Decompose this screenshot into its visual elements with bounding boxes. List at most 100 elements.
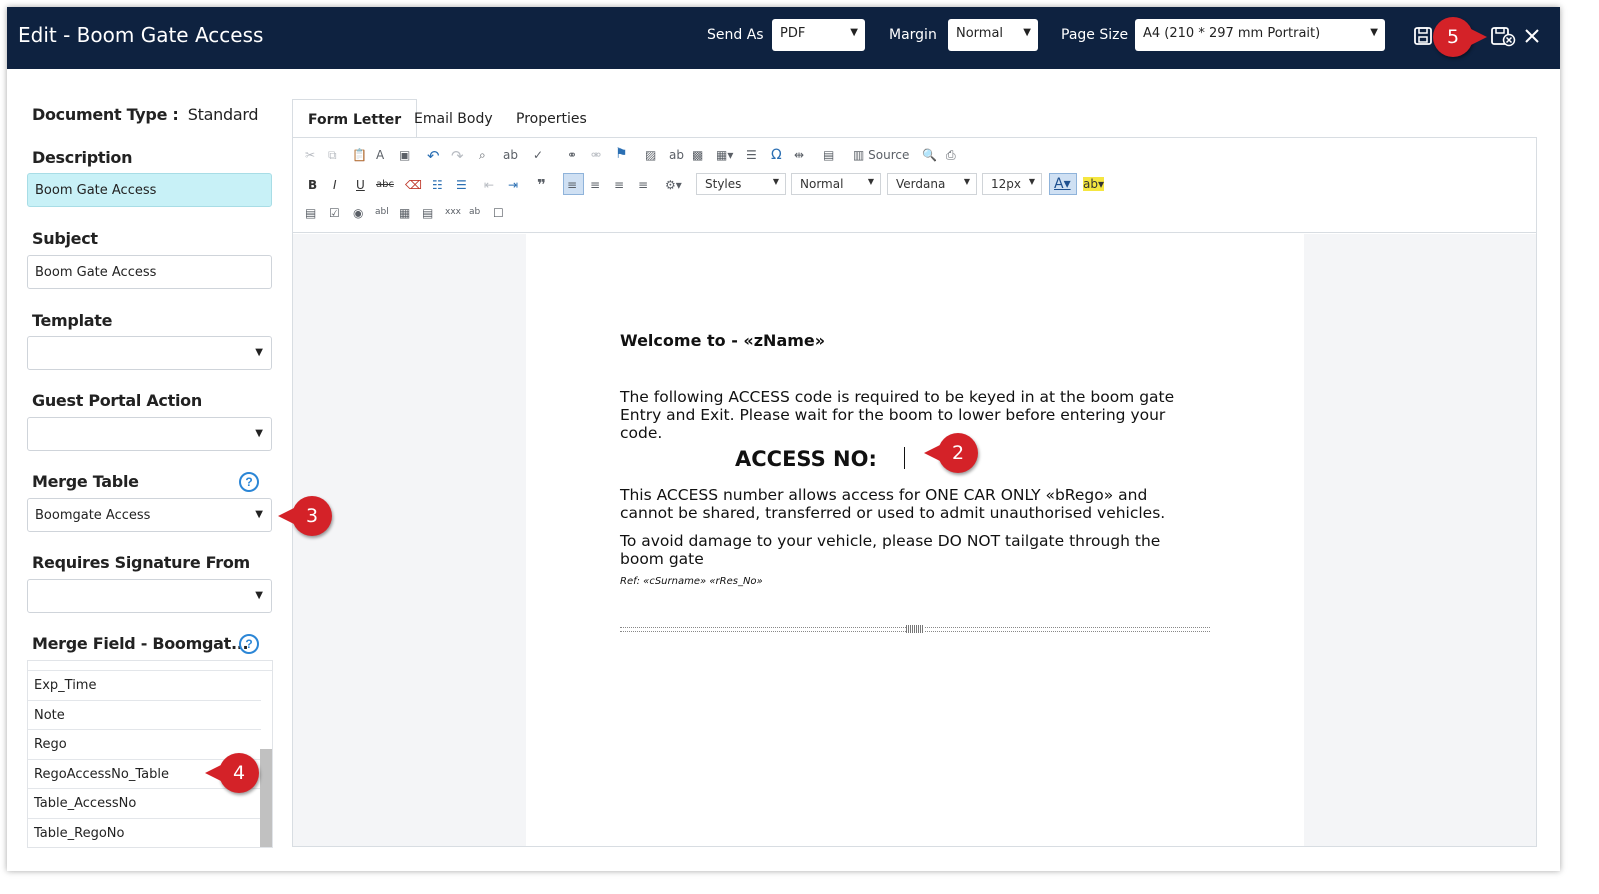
styles-value: Styles xyxy=(705,177,742,191)
guest-portal-action-select[interactable]: ▼ xyxy=(27,417,272,451)
save-and-close-icon[interactable] xyxy=(1490,25,1516,47)
template-select[interactable]: ▼ xyxy=(27,336,272,370)
paste-word-icon[interactable]: ▣ xyxy=(399,148,410,162)
editor-toolbar: ✂ ⧉ 📋 A ▣ ↶ ↷ ⌕ ab ✓ ⚭ ⚮ ⚑ ▨ ab ▩ ▦▾ ☰ Ω… xyxy=(293,138,1536,233)
page-size-value: A4 (210 * 297 mm Portrait) xyxy=(1143,26,1321,41)
scrollbar[interactable] xyxy=(260,749,272,847)
font-size-value: 12px xyxy=(991,177,1021,191)
checkbox-icon[interactable]: ☑ xyxy=(329,206,340,220)
list-item[interactable]: Exp_Time xyxy=(28,671,261,701)
unlink-icon[interactable]: ⚮ xyxy=(591,148,601,162)
remove-format-icon[interactable]: ⌫ xyxy=(405,178,422,192)
outdent-icon[interactable]: ⇤ xyxy=(484,178,494,192)
dialog-header: Edit - Boom Gate Access Send As PDF ▼ Ma… xyxy=(7,7,1560,69)
font-dropdown[interactable]: Verdana ▼ xyxy=(887,173,977,195)
radio-icon[interactable]: ◉ xyxy=(353,206,363,220)
list-item[interactable]: Table_AccessNo xyxy=(28,789,261,819)
page-break-icon[interactable]: ⇹ xyxy=(794,148,804,162)
paragraph-access-instructions: The following ACCESS code is required to… xyxy=(620,388,1175,442)
help-icon[interactable]: ? xyxy=(239,472,259,492)
callout-number: 4 xyxy=(232,762,246,784)
chevron-down-icon: ▼ xyxy=(255,590,263,601)
list-item[interactable]: Table_RegoNo xyxy=(28,819,261,848)
merge-table-select[interactable]: Boomgate Access ▼ xyxy=(27,498,272,532)
subject-field[interactable]: Boom Gate Access xyxy=(27,255,272,289)
list-item[interactable]: Rego xyxy=(28,730,261,760)
textfield-icon[interactable]: abl xyxy=(375,207,389,217)
chevron-down-icon: ▼ xyxy=(963,177,970,186)
bulleted-list-icon[interactable]: ☰ xyxy=(456,178,467,192)
edit-document-dialog: Edit - Boom Gate Access Send As PDF ▼ Ma… xyxy=(7,7,1560,871)
undo-icon[interactable]: ↶ xyxy=(427,147,440,165)
select-field-icon[interactable]: ▤ xyxy=(422,206,433,220)
background-color-icon[interactable]: ab▾ xyxy=(1083,177,1104,191)
paste-icon[interactable]: 📋 xyxy=(352,148,367,162)
list-item[interactable]: Note xyxy=(28,701,261,730)
send-as-value: PDF xyxy=(780,26,806,41)
italic-icon[interactable]: I xyxy=(333,178,337,192)
horizontal-rule-icon[interactable]: ☰ xyxy=(746,148,757,162)
numbered-list-icon[interactable]: ☷ xyxy=(432,178,443,192)
hidden-field-icon[interactable]: ☐ xyxy=(493,206,504,220)
requires-signature-select[interactable]: ▼ xyxy=(27,579,272,613)
editor-canvas: Welcome to - «zName» The following ACCES… xyxy=(293,234,1536,846)
paragraph-one-car: This ACCESS number allows access for ONE… xyxy=(620,486,1166,522)
rich-text-editor: ✂ ⧉ 📋 A ▣ ↶ ↷ ⌕ ab ✓ ⚭ ⚮ ⚑ ▨ ab ▩ ▦▾ ☰ Ω… xyxy=(292,137,1537,847)
indent-icon[interactable]: ⇥ xyxy=(508,178,518,192)
send-as-select[interactable]: PDF ▼ xyxy=(772,19,865,51)
justify-icon[interactable]: ≡ xyxy=(638,178,648,192)
strikethrough-icon[interactable]: abc xyxy=(376,179,394,190)
redo-icon[interactable]: ↷ xyxy=(451,147,464,165)
margin-select[interactable]: Normal ▼ xyxy=(948,19,1038,51)
align-center-icon[interactable]: ≡ xyxy=(590,178,600,192)
image-icon[interactable]: ▨ xyxy=(645,148,656,162)
button-field-icon[interactable]: xxx xyxy=(445,207,461,217)
text-cursor xyxy=(904,447,905,469)
close-icon[interactable] xyxy=(1522,25,1542,47)
anchor-flag-icon[interactable]: ⚑ xyxy=(615,146,628,162)
chevron-down-icon: ▼ xyxy=(255,428,263,439)
special-char-icon[interactable]: Ω xyxy=(771,147,782,163)
iframe-icon[interactable]: ▤ xyxy=(823,148,834,162)
preview-icon[interactable]: 🔍 xyxy=(922,148,937,162)
page-size-select[interactable]: A4 (210 * 297 mm Portrait) ▼ xyxy=(1135,19,1385,51)
save-icon[interactable] xyxy=(1412,25,1434,47)
copy-icon[interactable]: ⧉ xyxy=(328,148,337,163)
document-page[interactable]: Welcome to - «zName» The following ACCES… xyxy=(526,234,1304,846)
bold-icon[interactable]: B xyxy=(308,178,317,192)
description-label: Description xyxy=(32,148,133,167)
image-button-icon[interactable]: ▩ xyxy=(692,148,703,162)
form-icon[interactable]: ▤ xyxy=(305,206,316,220)
text-color-glyph-icon: A▾ xyxy=(1054,176,1071,192)
flash-icon[interactable]: ab xyxy=(669,148,684,162)
resize-handle-icon[interactable] xyxy=(906,625,924,633)
source-icon[interactable]: ▥ Source xyxy=(853,148,909,162)
table-icon[interactable]: ▦▾ xyxy=(716,148,733,162)
image-button-field-icon[interactable]: ab xyxy=(469,207,480,217)
underline-icon[interactable]: U xyxy=(356,178,365,192)
document-type-key: Document Type : xyxy=(32,105,179,124)
ref-line: Ref: «cSurname» «rRes_No» xyxy=(620,576,763,587)
paragraph-tailgate: To avoid damage to your vehicle, please … xyxy=(620,532,1161,568)
tab-properties[interactable]: Properties xyxy=(501,99,602,139)
link-icon[interactable]: ⚭ xyxy=(567,148,577,162)
align-right-icon[interactable]: ≡ xyxy=(614,178,624,192)
subject-label: Subject xyxy=(32,229,98,248)
print-icon[interactable]: ⎙ xyxy=(946,148,956,163)
format-dropdown[interactable]: Normal ▼ xyxy=(791,173,881,195)
replace-icon[interactable]: ab xyxy=(503,148,518,162)
help-icon[interactable]: ? xyxy=(239,634,259,654)
spellcheck-icon[interactable]: ✓ xyxy=(533,148,543,162)
styles-dropdown[interactable]: Styles ▼ xyxy=(696,173,786,195)
font-size-dropdown[interactable]: 12px ▼ xyxy=(982,173,1042,195)
blockquote-icon[interactable]: ❞ xyxy=(537,176,546,194)
cut-icon[interactable]: ✂ xyxy=(305,148,315,162)
language-icon[interactable]: ⚙▾ xyxy=(665,178,682,192)
chevron-down-icon: ▼ xyxy=(1370,27,1378,38)
textarea-icon[interactable]: ▦ xyxy=(399,206,410,220)
find-icon[interactable]: ⌕ xyxy=(479,148,486,163)
description-field[interactable]: Boom Gate Access xyxy=(27,173,272,207)
tab-email-body[interactable]: Email Body xyxy=(399,99,508,139)
paste-text-icon[interactable]: A xyxy=(376,148,384,162)
callout-number: 5 xyxy=(1446,26,1460,48)
